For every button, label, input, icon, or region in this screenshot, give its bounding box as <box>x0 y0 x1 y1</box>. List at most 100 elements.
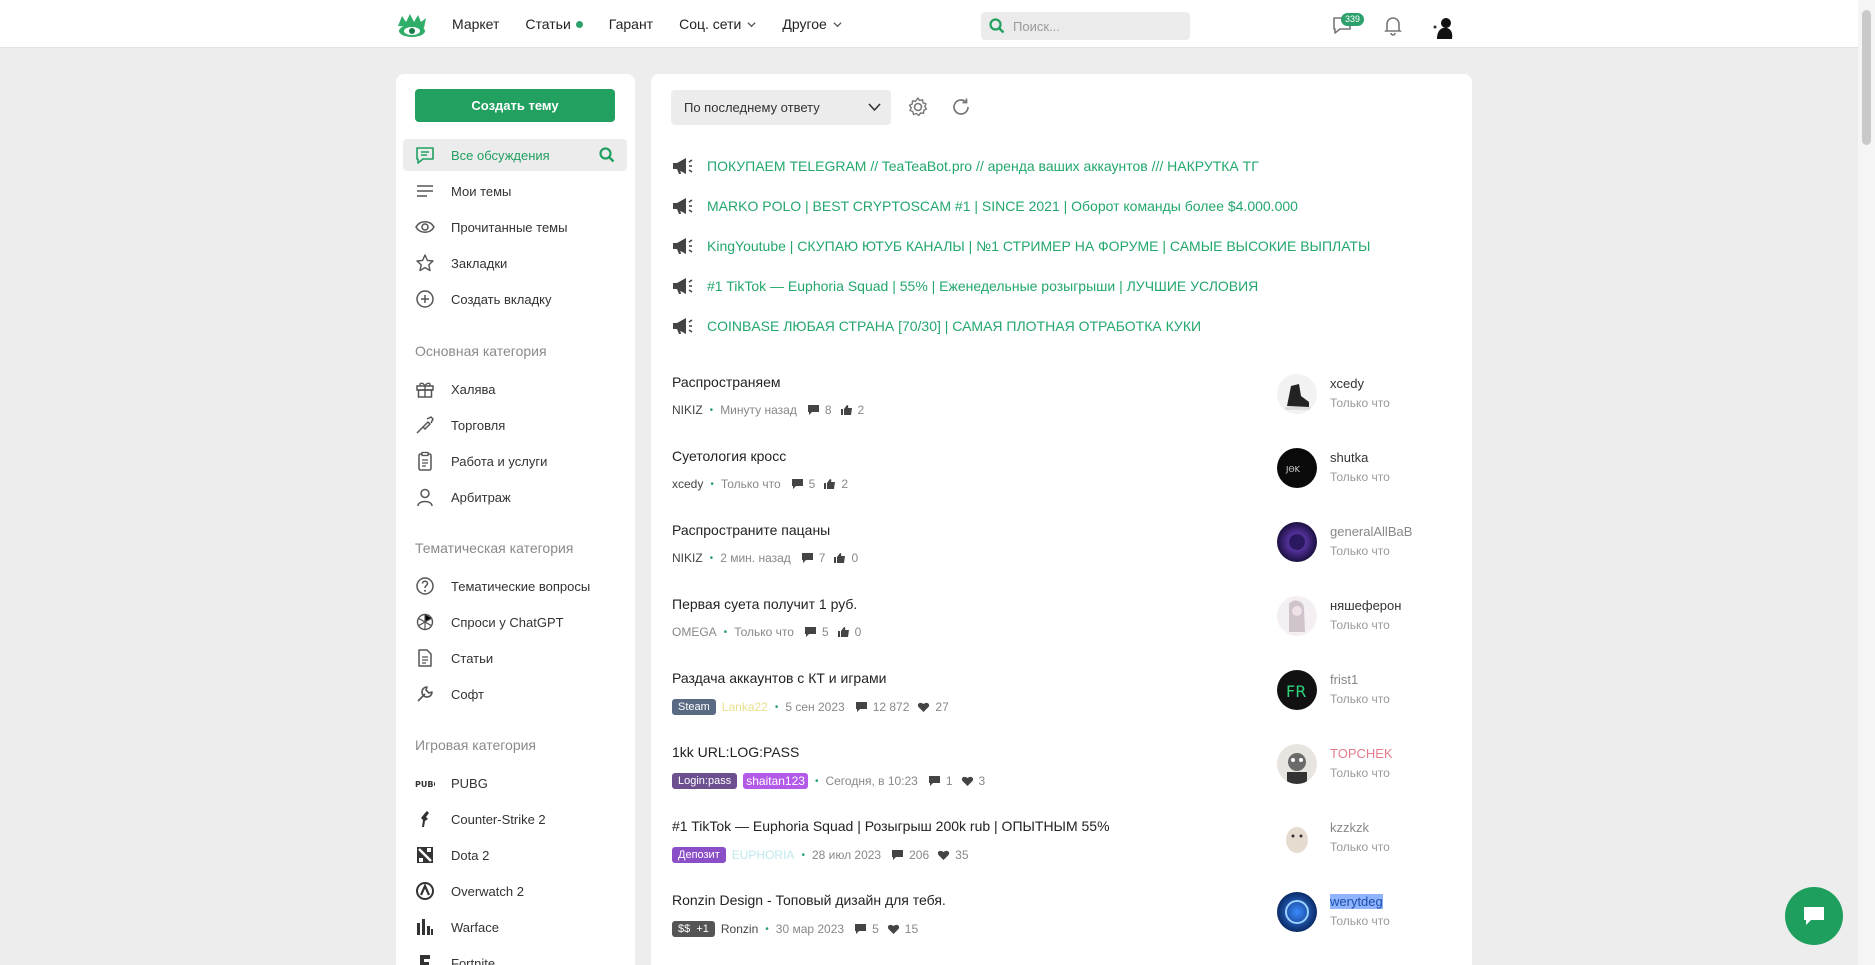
sidebar-item-bookmarks[interactable]: Закладки <box>403 247 627 279</box>
last-reply-user[interactable]: xcedy <box>1330 376 1364 391</box>
thread-title[interactable]: Раздача аккаунтов с КТ и играми <box>672 670 886 686</box>
nav-other[interactable]: Другое <box>782 16 842 32</box>
sidebar-item-fortnite[interactable]: Fortnite <box>403 947 627 965</box>
sidebar-item-thematic-questions[interactable]: Тематические вопросы <box>403 570 627 602</box>
thread-author[interactable]: EUPHORIA <box>732 848 795 862</box>
thread-title[interactable]: Распространите пацаны <box>672 522 830 538</box>
pinned-thread[interactable]: MARKO POLO | BEST CRYPTOSCAM #1 | SINCE … <box>671 195 1298 217</box>
sidebar-item-trading[interactable]: Торговля <box>403 409 627 441</box>
thread-author[interactable]: xcedy <box>672 477 703 491</box>
thread-row[interactable]: #1 TikTok — Euphoria Squad | Розыгрыш 20… <box>672 818 1452 880</box>
sidebar-item-create-tab[interactable]: Создать вкладку <box>403 283 627 315</box>
sidebar-item-jobs[interactable]: Работа и услуги <box>403 445 627 477</box>
avatar[interactable] <box>1277 374 1317 414</box>
thread-row[interactable]: Раздача аккаунтов с КТ и играми Steam La… <box>672 670 1452 732</box>
nav-articles[interactable]: Статьи <box>525 16 583 32</box>
sort-dropdown[interactable]: По последнему ответу <box>671 90 891 125</box>
last-reply[interactable]: kzzkzk Только что <box>1277 818 1457 858</box>
nav-guarantor[interactable]: Гарант <box>609 16 653 32</box>
last-reply-user[interactable]: generalAllBaB <box>1330 524 1412 539</box>
thread-author[interactable]: shaitan123 <box>743 773 808 789</box>
thread-title[interactable]: Суетология кросс <box>672 448 786 464</box>
separator-dot: • <box>801 849 805 861</box>
sidebar-item-chatgpt[interactable]: Спроси у ChatGPT <box>403 606 627 638</box>
thread-prefix-tag[interactable]: Login:pass <box>672 773 738 789</box>
refresh-icon[interactable] <box>950 96 972 118</box>
last-reply[interactable]: TOPCHEK Только что <box>1277 744 1457 784</box>
separator-dot: • <box>723 626 728 638</box>
search-input[interactable] <box>1013 18 1183 34</box>
thread-prefix-tag[interactable]: Депозит <box>672 847 726 863</box>
separator-dot: • <box>765 923 769 935</box>
last-reply[interactable]: werytdeg Только что <box>1277 892 1457 932</box>
last-reply[interactable]: FR frist1 Только что <box>1277 670 1457 710</box>
thread-row[interactable]: Ronzin Design - Топовый дизайн для тебя.… <box>672 892 1452 954</box>
thread-title[interactable]: Первая суета получит 1 руб. <box>672 596 857 612</box>
pinned-thread[interactable]: COINBASE ЛЮБАЯ СТРАНА [70/30] | САМАЯ ПЛ… <box>671 315 1201 337</box>
last-reply-user[interactable]: TOPCHEK <box>1330 746 1393 761</box>
last-reply[interactable]: JΘK shutka Только что <box>1277 448 1457 488</box>
search-box[interactable] <box>981 12 1190 40</box>
thread-row[interactable]: 1kk URL:LOG:PASS Login:pass shaitan123 •… <box>672 744 1452 806</box>
sidebar-item-my-threads[interactable]: Мои темы <box>403 175 627 207</box>
thread-prefix-tag[interactable]: Steam <box>672 699 716 715</box>
sidebar-item-pubg[interactable]: PUBG PUBG <box>403 767 627 799</box>
thread-row[interactable]: Распространяем NIKIZ • Минуту назад 8 2 … <box>672 374 1452 436</box>
last-reply-user[interactable]: werytdeg <box>1330 894 1383 909</box>
replies-stat: 5 <box>791 477 815 491</box>
thread-time: 2 мин. назад <box>720 551 791 565</box>
last-reply-user[interactable]: няшеферон <box>1330 598 1401 613</box>
last-reply-user[interactable]: shutka <box>1330 450 1368 465</box>
avatar[interactable] <box>1277 744 1317 784</box>
sidebar-item-articles[interactable]: Статьи <box>403 642 627 674</box>
thread-row[interactable]: Распространите пацаны NIKIZ • 2 мин. наз… <box>672 522 1452 584</box>
scrollbar-thumb[interactable] <box>1862 10 1871 145</box>
thread-author[interactable]: NIKIZ <box>672 403 703 417</box>
thread-author[interactable]: Lanka22 <box>722 700 768 714</box>
thread-row[interactable]: Первая суета получит 1 руб. OMEGA • Толь… <box>672 596 1452 658</box>
gear-icon[interactable] <box>907 96 929 118</box>
last-reply[interactable]: generalAllBaB Только что <box>1277 522 1457 562</box>
thread-row[interactable]: Суетология кросс xcedy • Только что 5 2 … <box>672 448 1452 510</box>
avatar[interactable]: JΘK <box>1277 448 1317 488</box>
sidebar-item-arbitrage[interactable]: Арбитраж <box>403 481 627 513</box>
sidebar-item-freebies[interactable]: Халява <box>403 373 627 405</box>
sidebar-item-all-discussions[interactable]: Все обсуждения <box>403 139 627 171</box>
sidebar-item-warface[interactable]: Warface <box>403 911 627 943</box>
avatar[interactable] <box>1277 818 1317 858</box>
sidebar-item-read-threads[interactable]: Прочитанные темы <box>403 211 627 243</box>
pinned-thread[interactable]: KingYoutube | СКУПАЮ ЮТУБ КАНАЛЫ | №1 СТ… <box>671 235 1370 257</box>
pinned-thread[interactable]: #1 TikTok — Euphoria Squad | 55% | Ежене… <box>671 275 1258 297</box>
avatar[interactable] <box>1277 522 1317 562</box>
last-reply[interactable]: xcedy Только что <box>1277 374 1457 414</box>
thread-title[interactable]: #1 TikTok — Euphoria Squad | Розыгрыш 20… <box>672 818 1110 834</box>
sidebar-item-cs2[interactable]: Counter-Strike 2 <box>403 803 627 835</box>
thread-title[interactable]: Ronzin Design - Топовый дизайн для тебя. <box>672 892 946 908</box>
site-logo-icon[interactable] <box>396 12 428 40</box>
search-icon[interactable] <box>599 147 615 163</box>
bell-icon[interactable] <box>1382 14 1404 36</box>
thread-author[interactable]: NIKIZ <box>672 551 703 565</box>
avatar[interactable]: FR <box>1277 670 1317 710</box>
thread-title[interactable]: Распространяем <box>672 374 781 390</box>
last-reply-user[interactable]: kzzkzk <box>1330 820 1369 835</box>
star-icon <box>415 253 435 273</box>
sidebar-item-software[interactable]: Софт <box>403 678 627 710</box>
nav-social[interactable]: Соц. сети <box>679 16 756 32</box>
avatar[interactable] <box>1277 596 1317 636</box>
last-reply[interactable]: няшеферон Только что <box>1277 596 1457 636</box>
create-thread-button[interactable]: Создать тему <box>415 89 615 122</box>
sidebar-item-overwatch2[interactable]: Overwatch 2 <box>403 875 627 907</box>
thread-prefix-tag[interactable]: $$ +1 <box>672 921 715 937</box>
last-reply-user[interactable]: frist1 <box>1330 672 1358 687</box>
thread-title[interactable]: 1kk URL:LOG:PASS <box>672 744 799 760</box>
thread-author[interactable]: OMEGA <box>672 625 717 639</box>
nav-market[interactable]: Маркет <box>452 16 499 32</box>
sidebar-item-dota2[interactable]: Dota 2 <box>403 839 627 871</box>
user-avatar[interactable] <box>1431 15 1455 39</box>
pinned-thread[interactable]: ПОКУПАЕМ TELEGRAM // TeaTeaBot.pro // ар… <box>671 155 1259 177</box>
thread-author[interactable]: Ronzin <box>721 922 758 936</box>
page-scrollbar[interactable] <box>1858 0 1875 965</box>
avatar[interactable] <box>1277 892 1317 932</box>
chat-button[interactable] <box>1785 887 1843 945</box>
